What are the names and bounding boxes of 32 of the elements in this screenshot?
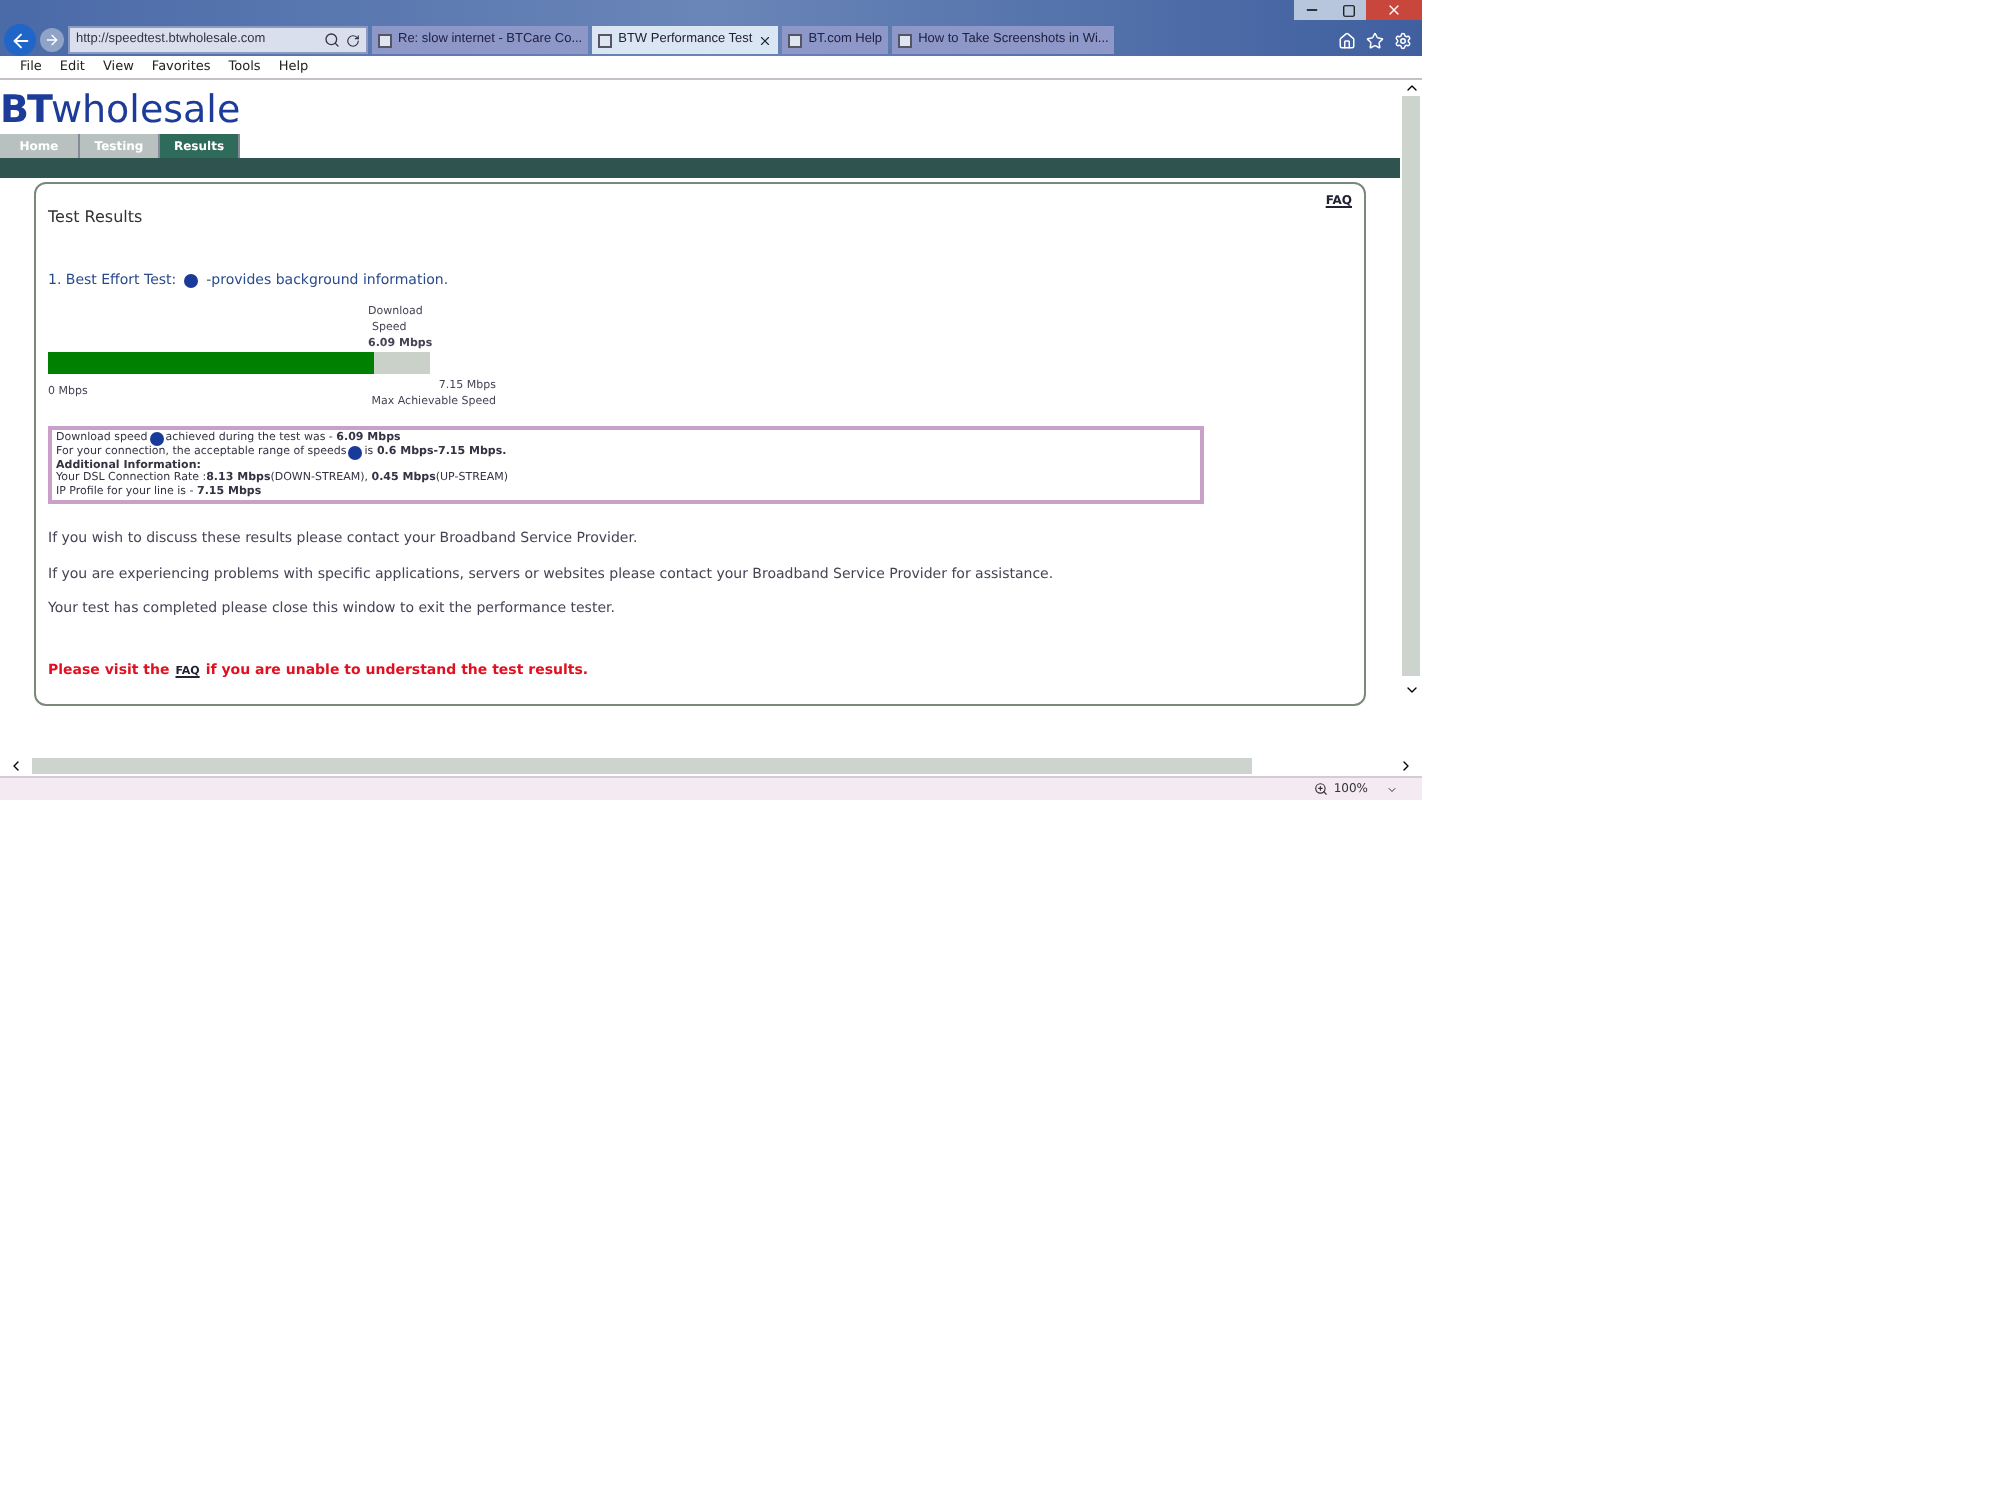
scroll-down-icon[interactable] — [1403, 682, 1419, 698]
scroll-thumb[interactable] — [1402, 96, 1420, 676]
favorites-icon[interactable] — [1366, 31, 1384, 49]
page-icon — [378, 33, 392, 47]
caret-icon[interactable] — [1386, 783, 1398, 795]
refresh-icon[interactable] — [346, 33, 360, 47]
back-button[interactable] — [4, 24, 36, 56]
page-icon — [598, 33, 613, 47]
minimize-button[interactable] — [1294, 0, 1330, 20]
logo-mark: BT — [0, 92, 51, 130]
help-icon[interactable] — [348, 445, 363, 459]
help-icon[interactable] — [149, 431, 164, 445]
help-icon[interactable] — [184, 273, 199, 288]
close-icon — [1386, 2, 1402, 18]
restore-button[interactable] — [1330, 0, 1366, 20]
zoom-icon[interactable] — [1313, 782, 1328, 796]
arrow-right-icon — [44, 32, 60, 48]
page-icon — [898, 33, 913, 47]
restore-icon — [1341, 3, 1355, 17]
scroll-left-icon[interactable] — [8, 758, 24, 774]
scroll-right-icon[interactable] — [1398, 758, 1414, 774]
arrow-left-icon — [9, 29, 31, 51]
close-tab-icon[interactable] — [758, 33, 773, 47]
scroll-thumb[interactable] — [32, 758, 1252, 774]
settings-icon[interactable] — [1394, 31, 1412, 49]
panel-title: Test Results — [48, 206, 143, 230]
scroll-up-icon[interactable] — [1403, 80, 1419, 96]
logo-text: wholesale — [50, 92, 241, 130]
search-icon[interactable] — [324, 32, 340, 48]
page-icon — [788, 33, 803, 47]
forward-button[interactable] — [40, 28, 64, 52]
home-icon[interactable] — [1338, 31, 1356, 49]
